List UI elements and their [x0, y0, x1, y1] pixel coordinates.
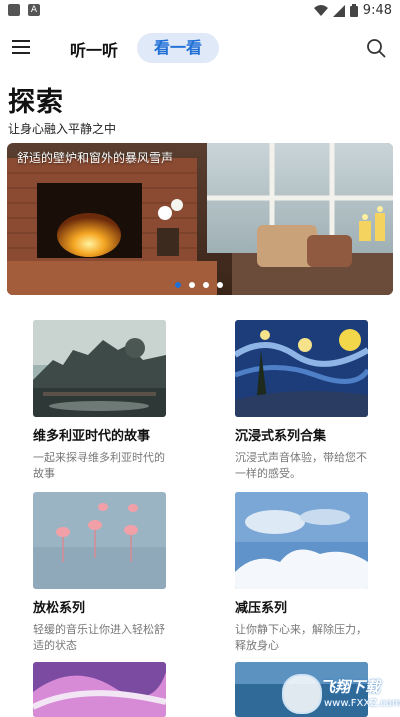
card-victorian[interactable]: 维多利亚时代的故事 一起来探寻维多利亚时代的故事: [33, 320, 178, 482]
page-title: 探索: [8, 87, 64, 118]
search-icon[interactable]: [366, 38, 386, 58]
card-title: 放松系列: [33, 601, 86, 616]
notification-icon: [8, 4, 20, 16]
card-image: [235, 320, 368, 417]
card-relax[interactable]: 放松系列 轻缓的音乐让你进入轻松舒适的状态: [33, 492, 178, 654]
featured-banner[interactable]: 舒适的壁炉和窗外的暴风雪声: [7, 143, 393, 295]
wifi-icon: [313, 4, 328, 16]
status-left: A: [8, 4, 40, 16]
tab-listen[interactable]: 听一听: [70, 37, 118, 61]
watermark-logo-icon: [282, 674, 322, 714]
card-desc: 让你静下心来，解除压力，释放身心: [235, 623, 367, 652]
watermark: 飞翔下载 www.FXXZ.com: [282, 674, 400, 714]
card-decompress[interactable]: 减压系列 让你静下心来，解除压力，释放身心: [235, 492, 380, 654]
card-image: [235, 492, 368, 589]
signal-icon: [332, 4, 345, 17]
card-title: 减压系列: [235, 601, 288, 616]
banner-caption: 舒适的壁炉和窗外的暴风雪声: [17, 151, 174, 165]
carousel-dot[interactable]: [189, 282, 195, 288]
card-title: 维多利亚时代的故事: [33, 429, 151, 444]
card-desc: 一起来探寻维多利亚时代的故事: [33, 451, 165, 480]
carousel-dot[interactable]: [175, 282, 181, 288]
watermark-title: 飞翔下载: [320, 678, 381, 696]
carousel-dots: [175, 282, 223, 288]
app-icon: A: [28, 4, 40, 16]
card-immersive[interactable]: 沉浸式系列合集 沉浸式声音体验，带给您不一样的感受。: [235, 320, 380, 482]
status-right: 9:48: [313, 3, 392, 18]
top-nav: 听一听 看一看: [0, 30, 400, 66]
card-desc: 轻缓的音乐让你进入轻松舒适的状态: [33, 623, 165, 652]
carousel-dot[interactable]: [203, 282, 209, 288]
tab-watch[interactable]: 看一看: [137, 33, 219, 63]
status-time: 9:48: [362, 3, 392, 18]
card-title: 沉浸式系列合集: [235, 429, 327, 444]
card-image: [33, 492, 166, 589]
card-image: [33, 320, 166, 417]
battery-icon: [349, 4, 358, 17]
status-bar: A 9:48: [0, 0, 400, 22]
menu-icon[interactable]: [12, 39, 30, 55]
card-partial-left[interactable]: [33, 662, 166, 717]
carousel-dot[interactable]: [217, 282, 223, 288]
watermark-url: www.FXXZ.com: [324, 698, 400, 709]
card-desc: 沉浸式声音体验，带给您不一样的感受。: [235, 451, 367, 480]
page-subtitle: 让身心融入平静之中: [8, 122, 117, 136]
